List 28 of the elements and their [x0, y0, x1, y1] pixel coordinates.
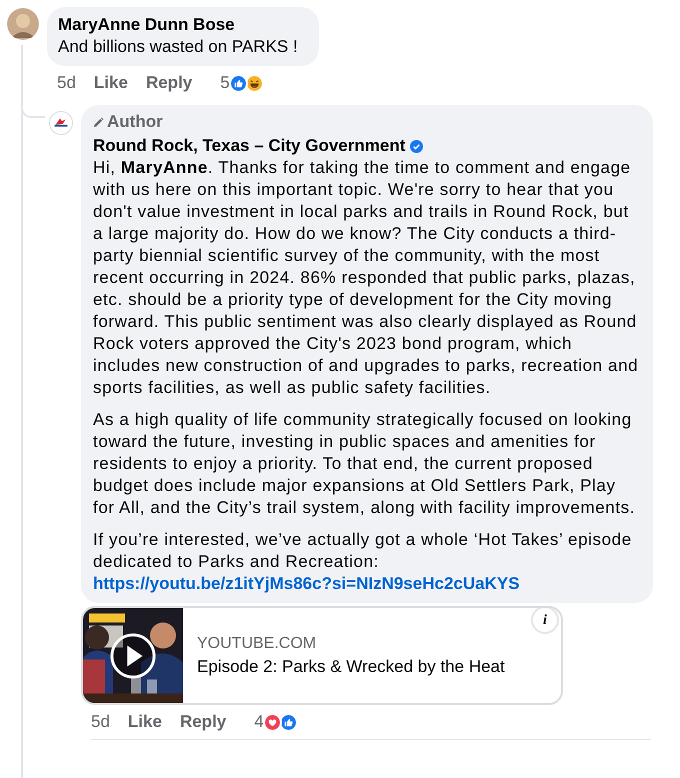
like-reaction-icon	[278, 712, 298, 732]
comment-action-link[interactable]: Reply	[180, 709, 226, 735]
link-preview-card[interactable]: YOUTUBE.COM Episode 2: Parks & Wrecked by the Heat i	[81, 606, 563, 705]
comment-action-link[interactable]: Reply	[146, 70, 192, 96]
like-reaction-icon	[228, 74, 248, 92]
commenter-name[interactable]: MaryAnne Dunn Bose	[58, 14, 308, 36]
comment-action-link[interactable]: Like	[128, 709, 162, 735]
link-domain: YOUTUBE.COM	[197, 634, 318, 654]
heart-reaction-icon	[262, 712, 282, 732]
page-logo-avatar[interactable]	[49, 111, 73, 135]
reaction-count[interactable]: 5	[220, 70, 230, 96]
laughing-face-icon	[244, 74, 264, 92]
play-icon[interactable]	[110, 633, 156, 679]
pencil-icon	[93, 116, 104, 128]
reply-paragraph: If you’re interested, we’ve actually got a whole ‘Hot Takes’ episode dedicated to Parks and Recreation:	[93, 529, 633, 573]
reaction-count[interactable]: 4	[254, 709, 264, 735]
video-link[interactable]: https://youtu.be/z1itYjMs86c?si=NIzN9seHc2cUaKYS	[93, 573, 520, 595]
commenter-name[interactable]: Round Rock, Texas – City Government	[93, 135, 406, 157]
comment-time[interactable]: 5d	[57, 70, 76, 96]
avatar[interactable]	[7, 8, 39, 40]
comment-action-link[interactable]: Like	[94, 70, 128, 96]
reply-paragraph: As a high quality of life community strategically focused on looking toward the future, investing in public spaces and amenities for residents to enjoy a priority. To that end, the current proposed budget does include major expansions at Old Settlers Park, Play for All, and the City’s trail system, along with facility improvements.	[93, 409, 636, 519]
link-title: Episode 2: Parks & Wrecked by the Heat	[197, 656, 505, 678]
author-label: Author	[107, 111, 163, 133]
comment-time[interactable]: 5d	[91, 709, 110, 735]
comment-text: And billions wasted on PARKS !	[58, 36, 299, 58]
reply-paragraph: Hi, MaryAnne. Thanks for taking the time to comment and engage with us here on this important topic. We're sorry to hear that you don't value investment in local parks and trails in Round Rock, but a large majority do. How do we know? The City conducts a third-party biennial scientific survey of the community, with the most recent occurring in 2024. 86% responded that public parks, plazas, etc. should be a priority type of development for the City moving forward. This public sentiment was also clearly displayed as Round Rock voters approved the City's 2023 bond program, which includes new construction of and upgrades to parks, recreation and sports facilities, as well as public safety facilities.	[93, 157, 640, 399]
info-button[interactable]: i	[531, 608, 559, 634]
